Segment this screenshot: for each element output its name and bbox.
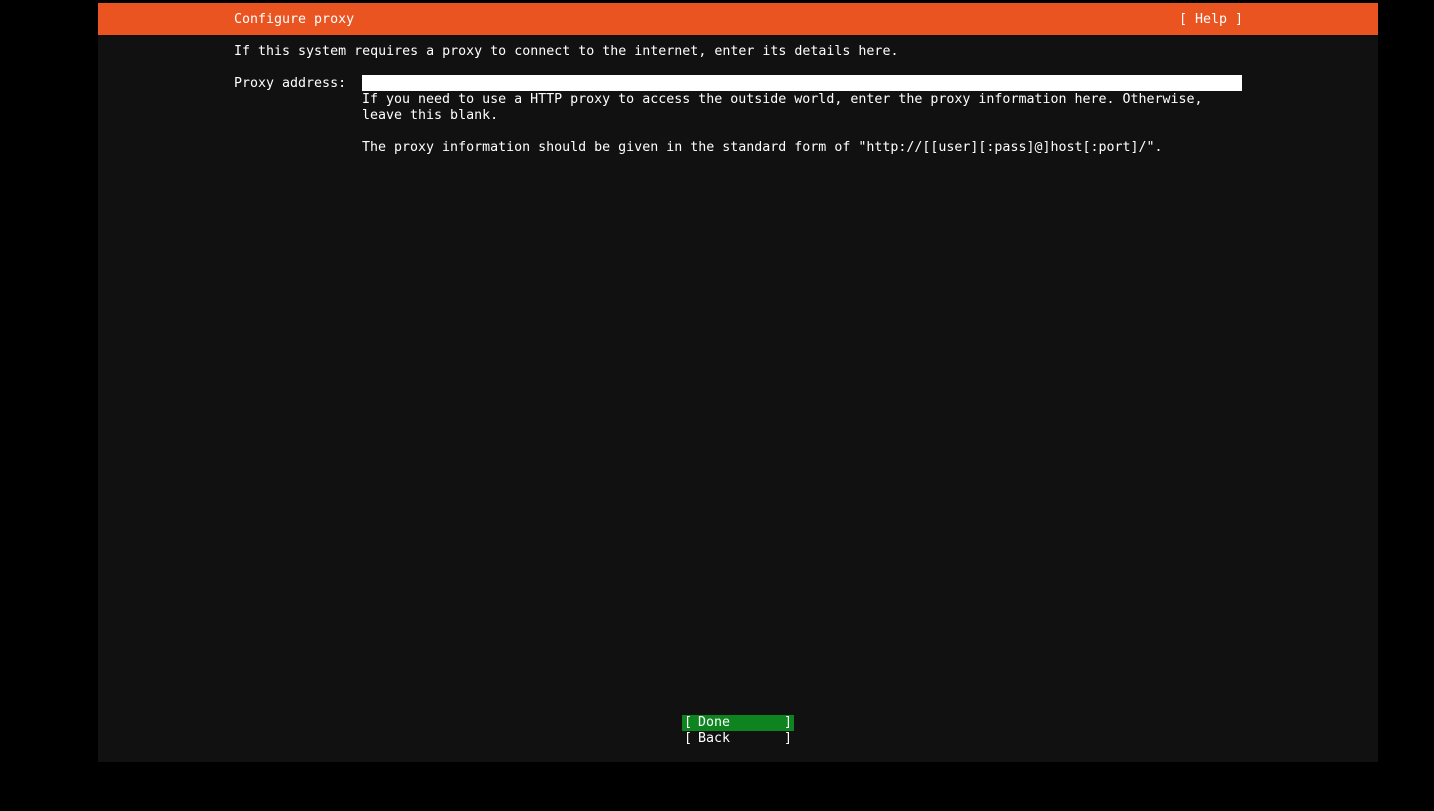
help-button[interactable]: [ Help ]: [1179, 12, 1243, 28]
done-button[interactable]: [ Done ]: [682, 715, 794, 731]
done-button-label: Done: [698, 715, 731, 730]
back-button-close-bracket: ]: [783, 731, 792, 746]
installer-screen: Configure proxy [ Help ] If this system …: [98, 3, 1378, 762]
proxy-help-text-line-2: leave this blank.: [362, 108, 499, 123]
intro-text: If this system requires a proxy to conne…: [234, 44, 899, 59]
back-button-open-bracket: [: [684, 731, 693, 746]
proxy-address-label: Proxy address:: [234, 76, 347, 91]
done-button-close-bracket: ]: [783, 715, 792, 730]
done-button-open-bracket: [: [684, 715, 693, 730]
title-bar: Configure proxy [ Help ]: [98, 3, 1378, 35]
proxy-help-text-line-1: If you need to use a HTTP proxy to acces…: [362, 92, 1203, 107]
back-button[interactable]: [ Back ]: [682, 731, 794, 747]
proxy-format-text: The proxy information should be given in…: [362, 140, 1163, 155]
screen-title: Configure proxy: [234, 12, 355, 27]
proxy-address-input[interactable]: [362, 75, 1242, 91]
back-button-label: Back: [698, 731, 731, 746]
